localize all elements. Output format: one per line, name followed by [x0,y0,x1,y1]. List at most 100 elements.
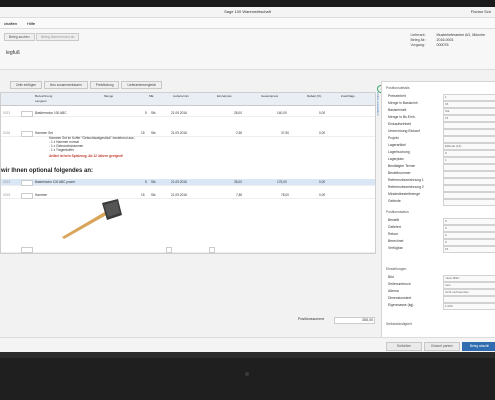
field-row: Basiseinheit Stk [388,108,495,115]
field-row: Preiseinheit 1 [388,94,495,101]
window-titlebar: Sage 100 Warenwirtschaft Florian Sch [0,7,495,18]
row-date: 21.09.2016 [171,193,187,197]
field-input[interactable]: nicht verbrauchen [443,289,495,296]
field-input[interactable] [443,192,495,199]
row-id: 0016 [3,131,11,135]
row-description: Bastelmotor 100 ABC power [35,180,76,184]
sum-value: 355,00 [334,317,375,324]
field-label: Preiseinheit [388,94,406,98]
tab-supplier-compare[interactable]: Lieferantenvergleich [121,81,163,89]
menu-item-help[interactable]: Hilfe [27,21,35,26]
bottom-bar: Schließen Entwurf parken Beleg abschli [0,337,495,352]
field-input[interactable]: 15 [443,246,495,253]
row-unit: Stk [151,131,156,135]
field-input[interactable] [443,199,495,206]
process-value: 000076 [436,43,449,47]
field-row: Referenzbezeichnung 1 [388,178,495,185]
field-label: Mindestbestellmenge [388,192,421,196]
field-input[interactable]: 0 [443,239,495,246]
new-row[interactable] [1,246,375,253]
row-total-price: 37,50 [281,131,289,135]
action-tabs: Zeile einfügen Neu zusammenfassen Preisf… [0,81,385,89]
close-button[interactable]: Schließen [386,342,422,351]
field-input[interactable]: 1.000 [443,303,495,310]
field-input[interactable]: 1 [443,94,495,101]
grid-header: Bezeichnung Langtext Menge ME Lieferterm… [1,93,375,106]
offer-heading: wir Ihnen optional folgendes an: [1,168,94,174]
row-field[interactable] [21,130,33,137]
row-discount: 0,00 [319,193,326,197]
table-row[interactable]: 0023 Bastlermotor 100 ABC 5 Stk 21.09.20… [1,110,375,117]
field-input[interactable] [443,136,495,143]
field-input[interactable] [443,296,495,303]
document-info: Lieferant: Musterlieferanten AG, Münche B… [410,33,485,48]
take-over-receipt-button[interactable]: Beleg übernehmen ab [36,33,80,41]
field-row: Bestätigter Termin [388,164,495,171]
field-input[interactable]: 0 [443,150,495,157]
field-row: Bild <kein Bild> [388,275,495,282]
field-row: Projekt [388,136,495,143]
field-input[interactable]: <kein Bild> [443,275,495,282]
vertical-tab[interactable]: Artikel auswählen [376,92,380,152]
section-title: Positionsdetails [386,86,410,90]
row-field[interactable] [21,179,33,186]
row-field[interactable] [21,110,33,117]
dropdown-field[interactable] [209,246,215,253]
field-input[interactable]: 15 [443,115,495,122]
field-label: Einkaufseinheit [388,122,411,126]
field-row: Lagerartikel Elfriede (12) [388,143,495,150]
field-input[interactable]: 0 [443,225,495,232]
page-title: legfuß [6,50,20,56]
field-input[interactable]: 1 [443,157,495,164]
field-input[interactable] [443,178,495,185]
field-input[interactable] [443,122,495,129]
section-title: Positionsstatus [386,210,409,214]
field-input[interactable] [443,185,495,192]
row-total-price: 175,00 [277,180,287,184]
field-input[interactable]: 0 [443,218,495,225]
field-row: Alterna nicht verbrauchen [388,289,495,296]
park-draft-button[interactable]: Entwurf parken [424,342,460,351]
row-id: 0023 [3,111,11,115]
field-row: Mindestbestellmenge [388,192,495,199]
tab-insert-row[interactable]: Zeile einfügen [10,81,43,89]
field-row: Referenzbezeichnung 2 [388,185,495,192]
table-row[interactable]: 0015 Hammer 15 Stk 21.09.2016 7,80 78,00… [1,192,375,199]
info-label: Vorgang: [410,43,425,47]
row-unit: Stk [151,180,156,184]
table-row-selected[interactable]: 0023 Bastelmotor 100 ABC power 5 Stk 21.… [1,179,375,186]
field-input[interactable]: 15 [443,101,495,108]
field-input[interactable] [443,164,495,171]
field-label: Bestellnummer [388,171,411,175]
row-field[interactable] [21,192,33,199]
row-discount: 0,00 [319,111,326,115]
field-label: Bestätigter Termin [388,164,416,168]
col-discount: Rabatt (%) [307,94,322,98]
camera-dot [245,372,249,376]
field-label: Lagerbuchung [388,150,410,154]
field-input[interactable]: 0 [443,232,495,239]
position-grid: Bezeichnung Langtext Menge ME Lieferterm… [0,92,376,254]
field-label: Geliefert [388,225,401,229]
row-discount: 0,00 [319,180,326,184]
field-row: Menge in Basiseinh 15 [388,101,495,108]
field-input[interactable]: nein [443,282,495,289]
field-input[interactable]: Stk [443,108,495,115]
field-label: Referenzbezeichnung 2 [388,185,424,189]
dropdown-field[interactable] [166,246,172,253]
tab-pricing[interactable]: Preisfindung [89,81,120,89]
row-field[interactable] [21,246,33,253]
section-title: Selbstständigkeit [386,322,412,326]
field-label: Projekt [388,136,399,140]
field-input[interactable]: Elfriede (12) [443,143,495,150]
field-label: Bild [388,275,394,279]
field-input[interactable] [443,171,495,178]
field-label: Berechnet [388,239,404,243]
search-receipt-button[interactable]: Beleg suchen [4,33,35,41]
tab-recombine[interactable]: Neu zusammenfassen [44,81,88,89]
sum-label: Positionssumme [298,317,325,321]
row-date: 21.09.2016 [171,131,187,135]
field-input[interactable] [443,129,495,136]
menu-item[interactable]: chaften [4,21,17,26]
finish-receipt-button[interactable]: Beleg abschli [462,342,495,351]
